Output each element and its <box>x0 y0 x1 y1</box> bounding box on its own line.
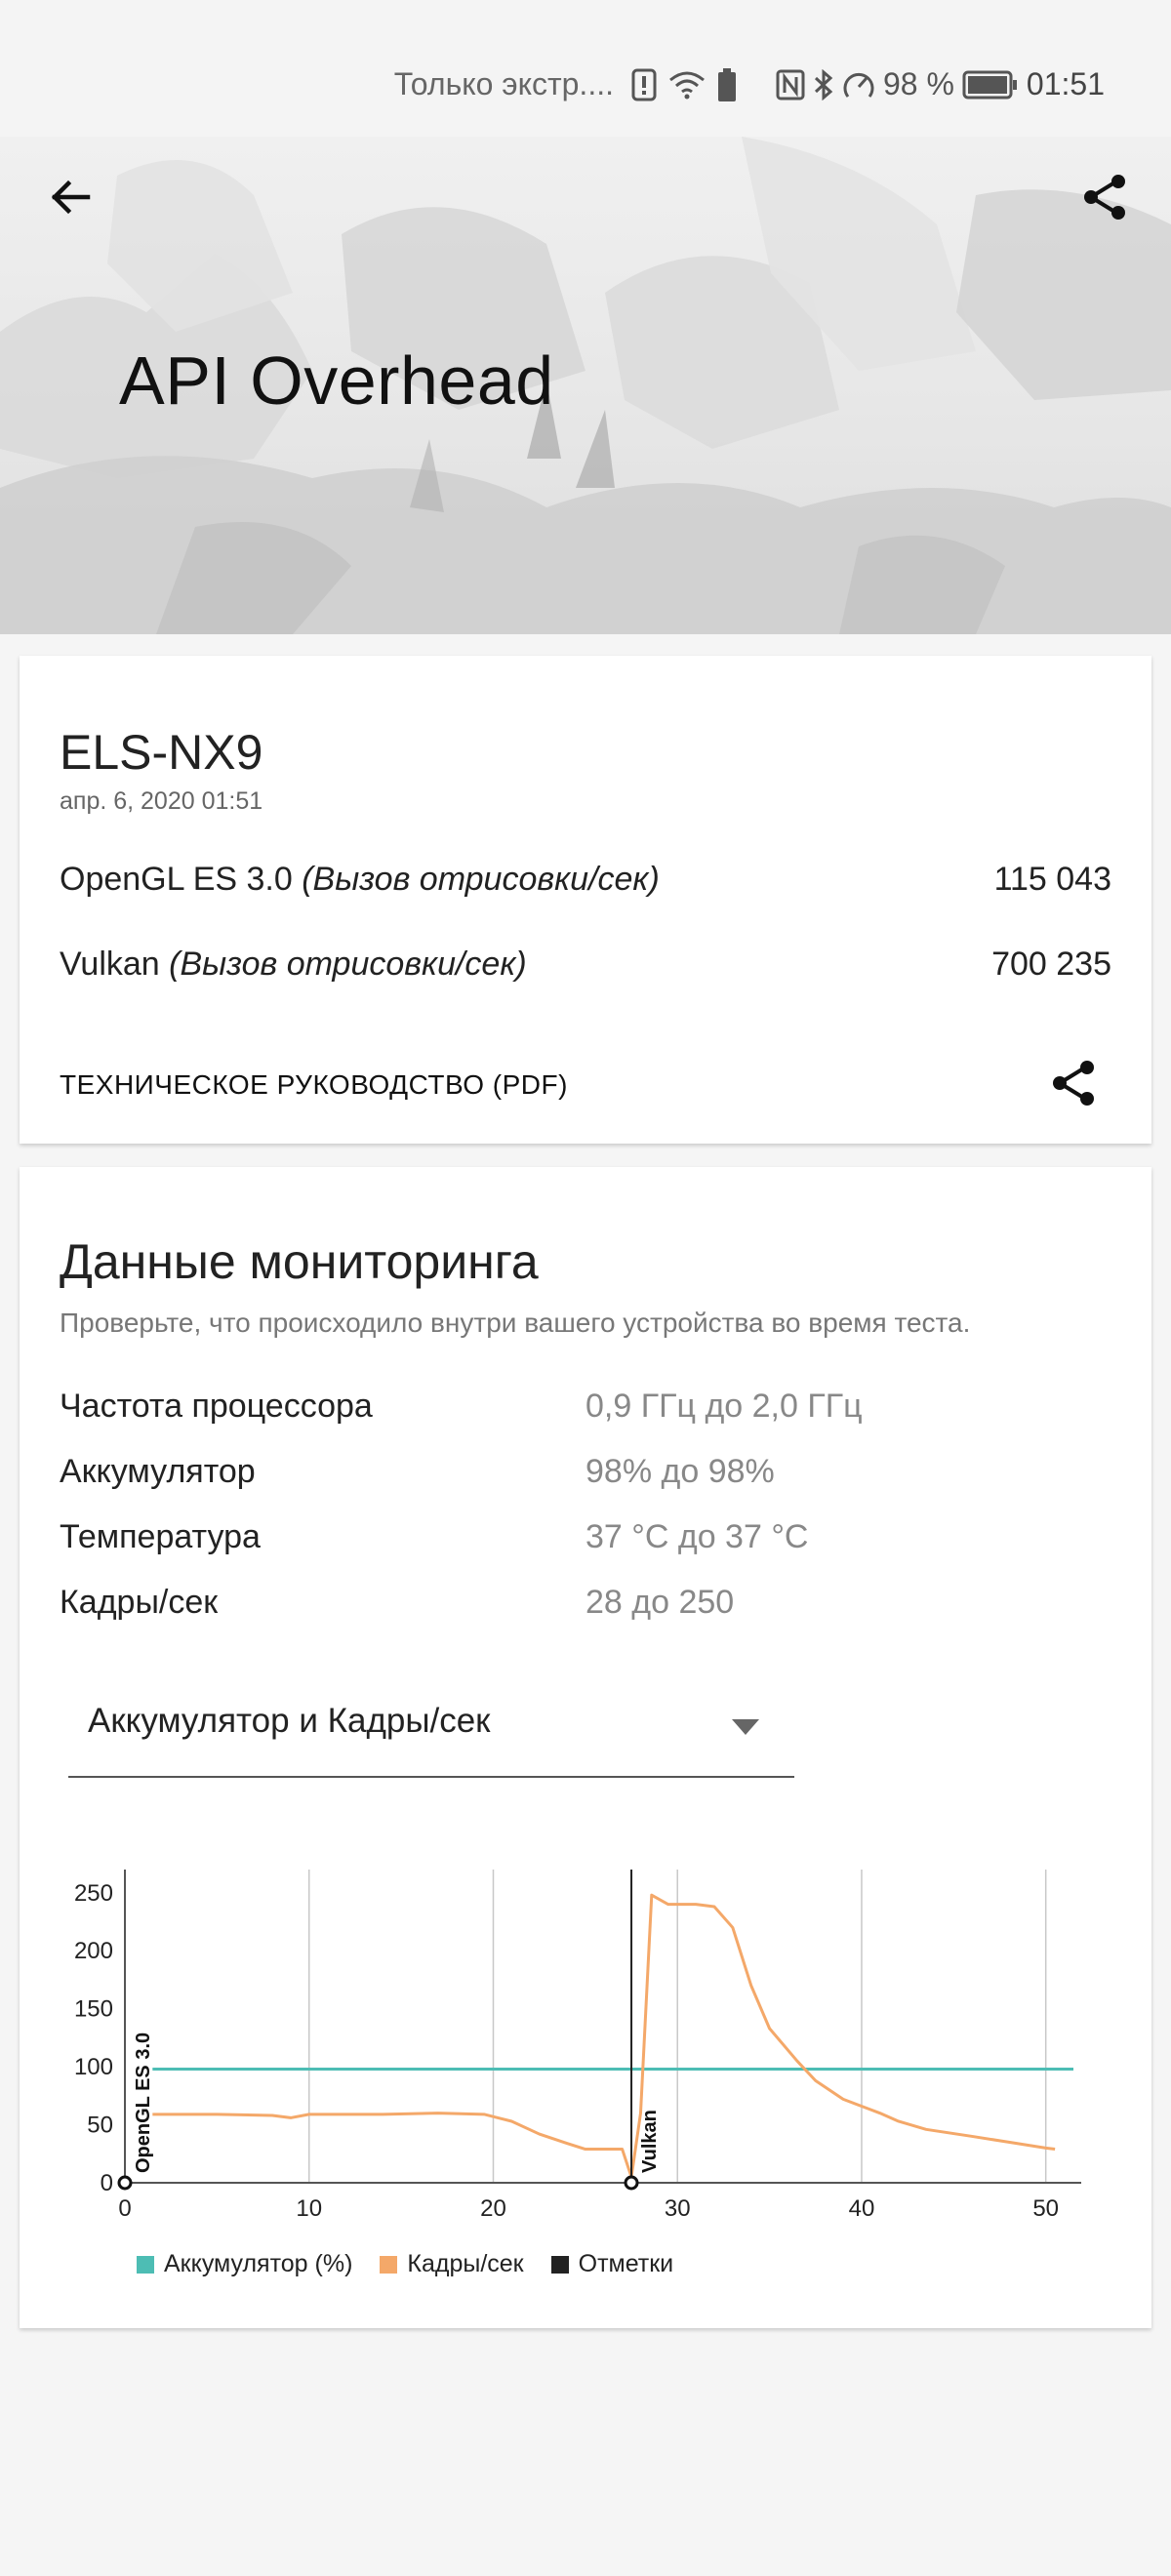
metric-label: Частота процессора <box>60 1388 373 1425</box>
legend-label: Кадры/сек <box>407 2250 524 2277</box>
battery-icon <box>962 70 1017 99</box>
event-marker-dot <box>624 2175 639 2191</box>
performance-icon <box>843 72 874 98</box>
share-icon <box>1053 1061 1094 1106</box>
event-marker-dot <box>117 2175 133 2191</box>
y-tick-label: 100 <box>74 2054 113 2080</box>
metric-value: 28 до 250 <box>586 1584 735 1621</box>
legend-swatch <box>137 2255 154 2274</box>
legend-item-markers: Отметки <box>550 2250 674 2278</box>
metric-label: Аккумулятор <box>60 1453 256 1490</box>
test-date: апр. 6, 2020 01:51 <box>60 787 263 815</box>
x-tick-label: 50 <box>1032 2195 1059 2222</box>
score-api: OpenGL ES 3.0 <box>60 861 293 898</box>
monitoring-title: Данные мониторинга <box>60 1234 539 1289</box>
legend-item-battery: Аккумулятор (%) <box>137 2250 352 2278</box>
x-tick-label: 20 <box>480 2195 506 2222</box>
caret-down-icon <box>732 1719 759 1735</box>
metric-value: 37 °C до 37 °C <box>586 1518 809 1555</box>
y-tick-label: 200 <box>74 1938 113 1964</box>
result-card: ELS-NX9 апр. 6, 2020 01:51 OpenGL ES 3.0… <box>20 656 1151 1144</box>
arrow-left-icon <box>51 180 91 215</box>
legend-label: Аккумулятор (%) <box>164 2250 353 2277</box>
legend-swatch <box>380 2255 398 2274</box>
status-time: 01:51 <box>1026 66 1105 101</box>
monitoring-card: Данные мониторинга Проверьте, что происх… <box>20 1167 1151 2328</box>
legend-item-fps: Кадры/сек <box>380 2250 524 2278</box>
y-tick-label: 50 <box>87 2113 113 2139</box>
status-bar: Только экстр.... 98 % 01:51 <box>0 0 1171 137</box>
x-tick-label: 30 <box>665 2195 691 2222</box>
device-name: ELS-NX9 <box>60 725 263 780</box>
score-row-vulkan: Vulkan (Вызов отрисовки/сек) 700 235 <box>60 946 1111 984</box>
score-api: Vulkan <box>60 946 160 983</box>
share-pdf-button[interactable] <box>1046 1056 1101 1110</box>
metric-label: Температура <box>60 1518 261 1555</box>
monitoring-subtitle: Проверьте, что происходило внутри вашего… <box>60 1308 971 1338</box>
share-icon <box>1084 175 1125 220</box>
y-tick-label: 250 <box>74 1880 113 1907</box>
alert-icon <box>631 68 657 101</box>
score-value: 700 235 <box>991 946 1111 983</box>
nfc-icon <box>776 69 805 100</box>
y-tick-label: 150 <box>74 1996 113 2023</box>
battery-percent: 98 % <box>882 66 954 101</box>
battery-saver-icon <box>717 67 736 101</box>
event-marker-label: Vulkan <box>639 2110 661 2173</box>
share-button[interactable] <box>1073 166 1136 228</box>
score-value: 115 043 <box>993 861 1111 898</box>
event-marker-label: OpenGL ES 3.0 <box>133 2033 154 2173</box>
chart-selector-dropdown[interactable]: Аккумулятор и Кадры/сек <box>68 1682 794 1778</box>
y-tick-label: 0 <box>101 2170 113 2196</box>
monitoring-chart: 0 10 20 30 40 50 0 50 100 150 200 250 OpenGL ES 3.0 V… <box>74 1870 1081 2222</box>
score-unit: (Вызов отрисовки/сек) <box>169 946 527 983</box>
back-button[interactable] <box>39 166 101 228</box>
x-tick-label: 10 <box>296 2195 322 2222</box>
legend-label: Отметки <box>578 2250 674 2277</box>
fps-line <box>152 1893 1056 2179</box>
metric-value: 0,9 ГГц до 2,0 ГГц <box>586 1388 863 1425</box>
dropdown-selected-value: Аккумулятор и Кадры/сек <box>88 1702 491 1740</box>
bluetooth-icon <box>814 68 833 101</box>
metric-value: 98% до 98% <box>586 1453 775 1490</box>
x-tick-label: 0 <box>118 2195 131 2222</box>
score-unit: (Вызов отрисовки/сек) <box>302 861 660 898</box>
chart-legend: Аккумулятор (%) Кадры/сек Отметки <box>137 2250 673 2278</box>
status-carrier: Только экстр.... <box>393 66 614 101</box>
legend-swatch <box>550 2255 569 2274</box>
hero-banner: API Overhead <box>0 137 1171 634</box>
wifi-icon <box>669 71 705 99</box>
page-title: API Overhead <box>119 342 554 419</box>
x-tick-label: 40 <box>849 2195 875 2222</box>
technical-guide-link[interactable]: ТЕХНИЧЕСКОЕ РУКОВОДСТВО (PDF) <box>60 1069 568 1101</box>
metric-label: Кадры/сек <box>60 1584 219 1621</box>
score-row-opengl: OpenGL ES 3.0 (Вызов отрисовки/сек) 115 … <box>60 861 1111 899</box>
